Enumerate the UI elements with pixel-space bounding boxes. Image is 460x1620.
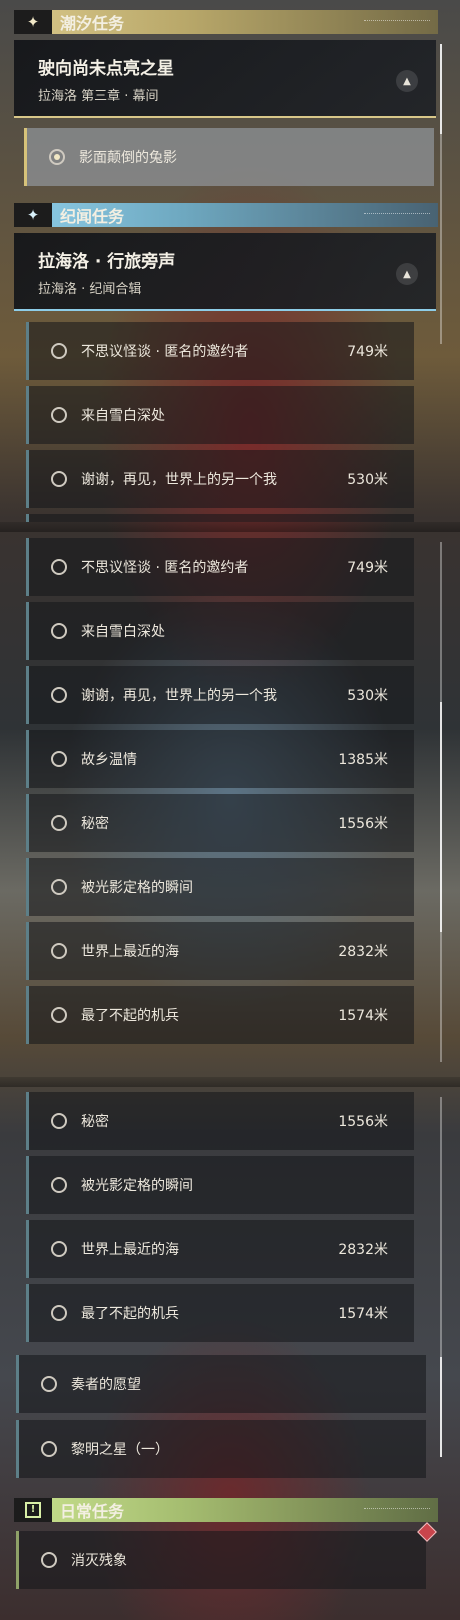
quest-row[interactable]: 不思议怪谈 · 匿名的邀约者 749米 [26, 538, 414, 596]
radio-icon [51, 1305, 67, 1321]
quest-name: 影面颠倒的兔影 [79, 150, 177, 166]
radio-icon [51, 471, 67, 487]
quest-name: 秘密 [81, 1114, 109, 1130]
radio-icon [41, 1376, 57, 1392]
radio-icon [51, 879, 67, 895]
chapter-subtitle: 拉海洛 第三章 · 幕间 [38, 89, 159, 104]
radio-icon [51, 687, 67, 703]
quest-name: 秘密 [81, 816, 109, 832]
radio-icon [51, 943, 67, 959]
quest-row[interactable]: 世界上最近的海 2832米 [26, 922, 414, 980]
quest-row[interactable]: 故乡温情 1385米 [26, 730, 414, 788]
category-label: 日常任务 [60, 1502, 125, 1521]
radio-icon [51, 407, 67, 423]
quest-row-daily[interactable]: 消灭残象 [16, 1531, 426, 1589]
exclamation-icon: ! [14, 1498, 52, 1522]
category-header-daily[interactable]: ! 日常任务 [14, 1498, 438, 1522]
quest-distance: 1556米 [338, 1114, 388, 1130]
screenshot-seam [0, 522, 460, 532]
radio-icon [51, 623, 67, 639]
quest-distance: 749米 [347, 344, 388, 360]
quest-name: 黎明之星（一） [71, 1442, 169, 1458]
screenshot-seam [0, 1077, 460, 1087]
quest-row[interactable]: 来自雪白深处 [26, 386, 414, 444]
quest-row[interactable]: 最了不起的机兵 1574米 [26, 1284, 414, 1342]
quest-row[interactable]: 来自雪白深处 [26, 602, 414, 660]
quest-name: 谢谢，再见，世界上的另一个我 [81, 688, 277, 704]
quest-distance: 749米 [347, 560, 388, 576]
header-decoration [364, 20, 430, 24]
quest-distance: 530米 [347, 688, 388, 704]
scrollbar-thumb[interactable] [440, 702, 442, 932]
quest-row[interactable]: 秘密 1556米 [26, 1092, 414, 1150]
radio-icon [51, 343, 67, 359]
quest-row[interactable]: 被光影定格的瞬间 [26, 858, 414, 916]
radio-icon [51, 559, 67, 575]
quest-distance: 1574米 [338, 1306, 388, 1322]
radio-icon [41, 1552, 57, 1568]
quest-panel-view-1: ✦ 潮汐任务 驶向尚未点亮之星 拉海洛 第三章 · 幕间 ▲ 影面颠倒的兔影 ✦… [0, 0, 460, 522]
sparkle-icon: ✦ [14, 203, 52, 227]
quest-name: 奏者的愿望 [71, 1377, 141, 1393]
quest-row[interactable]: 被光影定格的瞬间 [26, 1156, 414, 1214]
quest-name: 故乡温情 [81, 752, 137, 768]
quest-row-partial[interactable] [26, 514, 414, 522]
chapter-subtitle: 拉海洛 · 纪闻合辑 [38, 282, 142, 297]
quest-name: 谢谢，再见，世界上的另一个我 [81, 472, 277, 488]
scrollbar-thumb[interactable] [440, 44, 442, 134]
scrollbar-thumb[interactable] [440, 1357, 442, 1457]
radio-icon [51, 815, 67, 831]
category-label: 纪闻任务 [60, 207, 125, 226]
quest-panel-view-2: 不思议怪谈 · 匿名的邀约者 749米 来自雪白深处 谢谢，再见，世界上的另一个… [0, 532, 460, 1077]
chapter-title: 驶向尚未点亮之星 [38, 59, 174, 79]
quest-name: 消灭残象 [71, 1553, 127, 1569]
chapter-card-chronicle[interactable]: 拉海洛 · 行旅旁声 拉海洛 · 纪闻合辑 ▲ [14, 233, 436, 311]
quest-name: 被光影定格的瞬间 [81, 880, 193, 896]
category-header-tide[interactable]: ✦ 潮汐任务 [14, 10, 438, 34]
quest-name: 世界上最近的海 [81, 1242, 179, 1258]
chevron-up-icon[interactable]: ▲ [396, 70, 418, 92]
header-decoration [364, 213, 430, 217]
quest-name: 不思议怪谈 · 匿名的邀约者 [81, 560, 249, 576]
quest-name: 来自雪白深处 [81, 624, 165, 640]
quest-name: 被光影定格的瞬间 [81, 1178, 193, 1194]
quest-distance: 1385米 [338, 752, 388, 768]
quest-distance: 1574米 [338, 1008, 388, 1024]
radio-icon [51, 751, 67, 767]
quest-panel-view-3: 秘密 1556米 被光影定格的瞬间 世界上最近的海 2832米 最了不起的机兵 … [0, 1087, 460, 1620]
quest-distance: 1556米 [338, 816, 388, 832]
quest-row-tracked[interactable]: 影面颠倒的兔影 [24, 128, 434, 186]
quest-name: 世界上最近的海 [81, 944, 179, 960]
radio-icon [51, 1007, 67, 1023]
tracked-radio-icon [49, 149, 65, 165]
quest-distance: 2832米 [338, 1242, 388, 1258]
quest-row[interactable]: 最了不起的机兵 1574米 [26, 986, 414, 1044]
radio-icon [51, 1177, 67, 1193]
quest-row[interactable]: 奏者的愿望 [16, 1355, 426, 1413]
quest-row[interactable]: 世界上最近的海 2832米 [26, 1220, 414, 1278]
radio-icon [51, 1241, 67, 1257]
quest-name: 最了不起的机兵 [81, 1306, 179, 1322]
quest-name: 来自雪白深处 [81, 408, 165, 424]
category-label: 潮汐任务 [60, 14, 125, 33]
header-decoration [364, 1508, 430, 1512]
radio-icon [51, 1113, 67, 1129]
quest-row[interactable]: 谢谢，再见，世界上的另一个我 530米 [26, 666, 414, 724]
sparkle-icon: ✦ [14, 10, 52, 34]
chapter-title: 拉海洛 · 行旅旁声 [38, 252, 176, 272]
quest-distance: 2832米 [338, 944, 388, 960]
quest-row[interactable]: 谢谢，再见，世界上的另一个我 530米 [26, 450, 414, 508]
chevron-up-icon[interactable]: ▲ [396, 263, 418, 285]
quest-row[interactable]: 黎明之星（一） [16, 1420, 426, 1478]
radio-icon [41, 1441, 57, 1457]
category-header-chronicle[interactable]: ✦ 纪闻任务 [14, 203, 438, 227]
quest-distance: 530米 [347, 472, 388, 488]
quest-name: 最了不起的机兵 [81, 1008, 179, 1024]
quest-name: 不思议怪谈 · 匿名的邀约者 [81, 344, 249, 360]
chapter-card-tide[interactable]: 驶向尚未点亮之星 拉海洛 第三章 · 幕间 ▲ [14, 40, 436, 118]
quest-row[interactable]: 秘密 1556米 [26, 794, 414, 852]
quest-row[interactable]: 不思议怪谈 · 匿名的邀约者 749米 [26, 322, 414, 380]
